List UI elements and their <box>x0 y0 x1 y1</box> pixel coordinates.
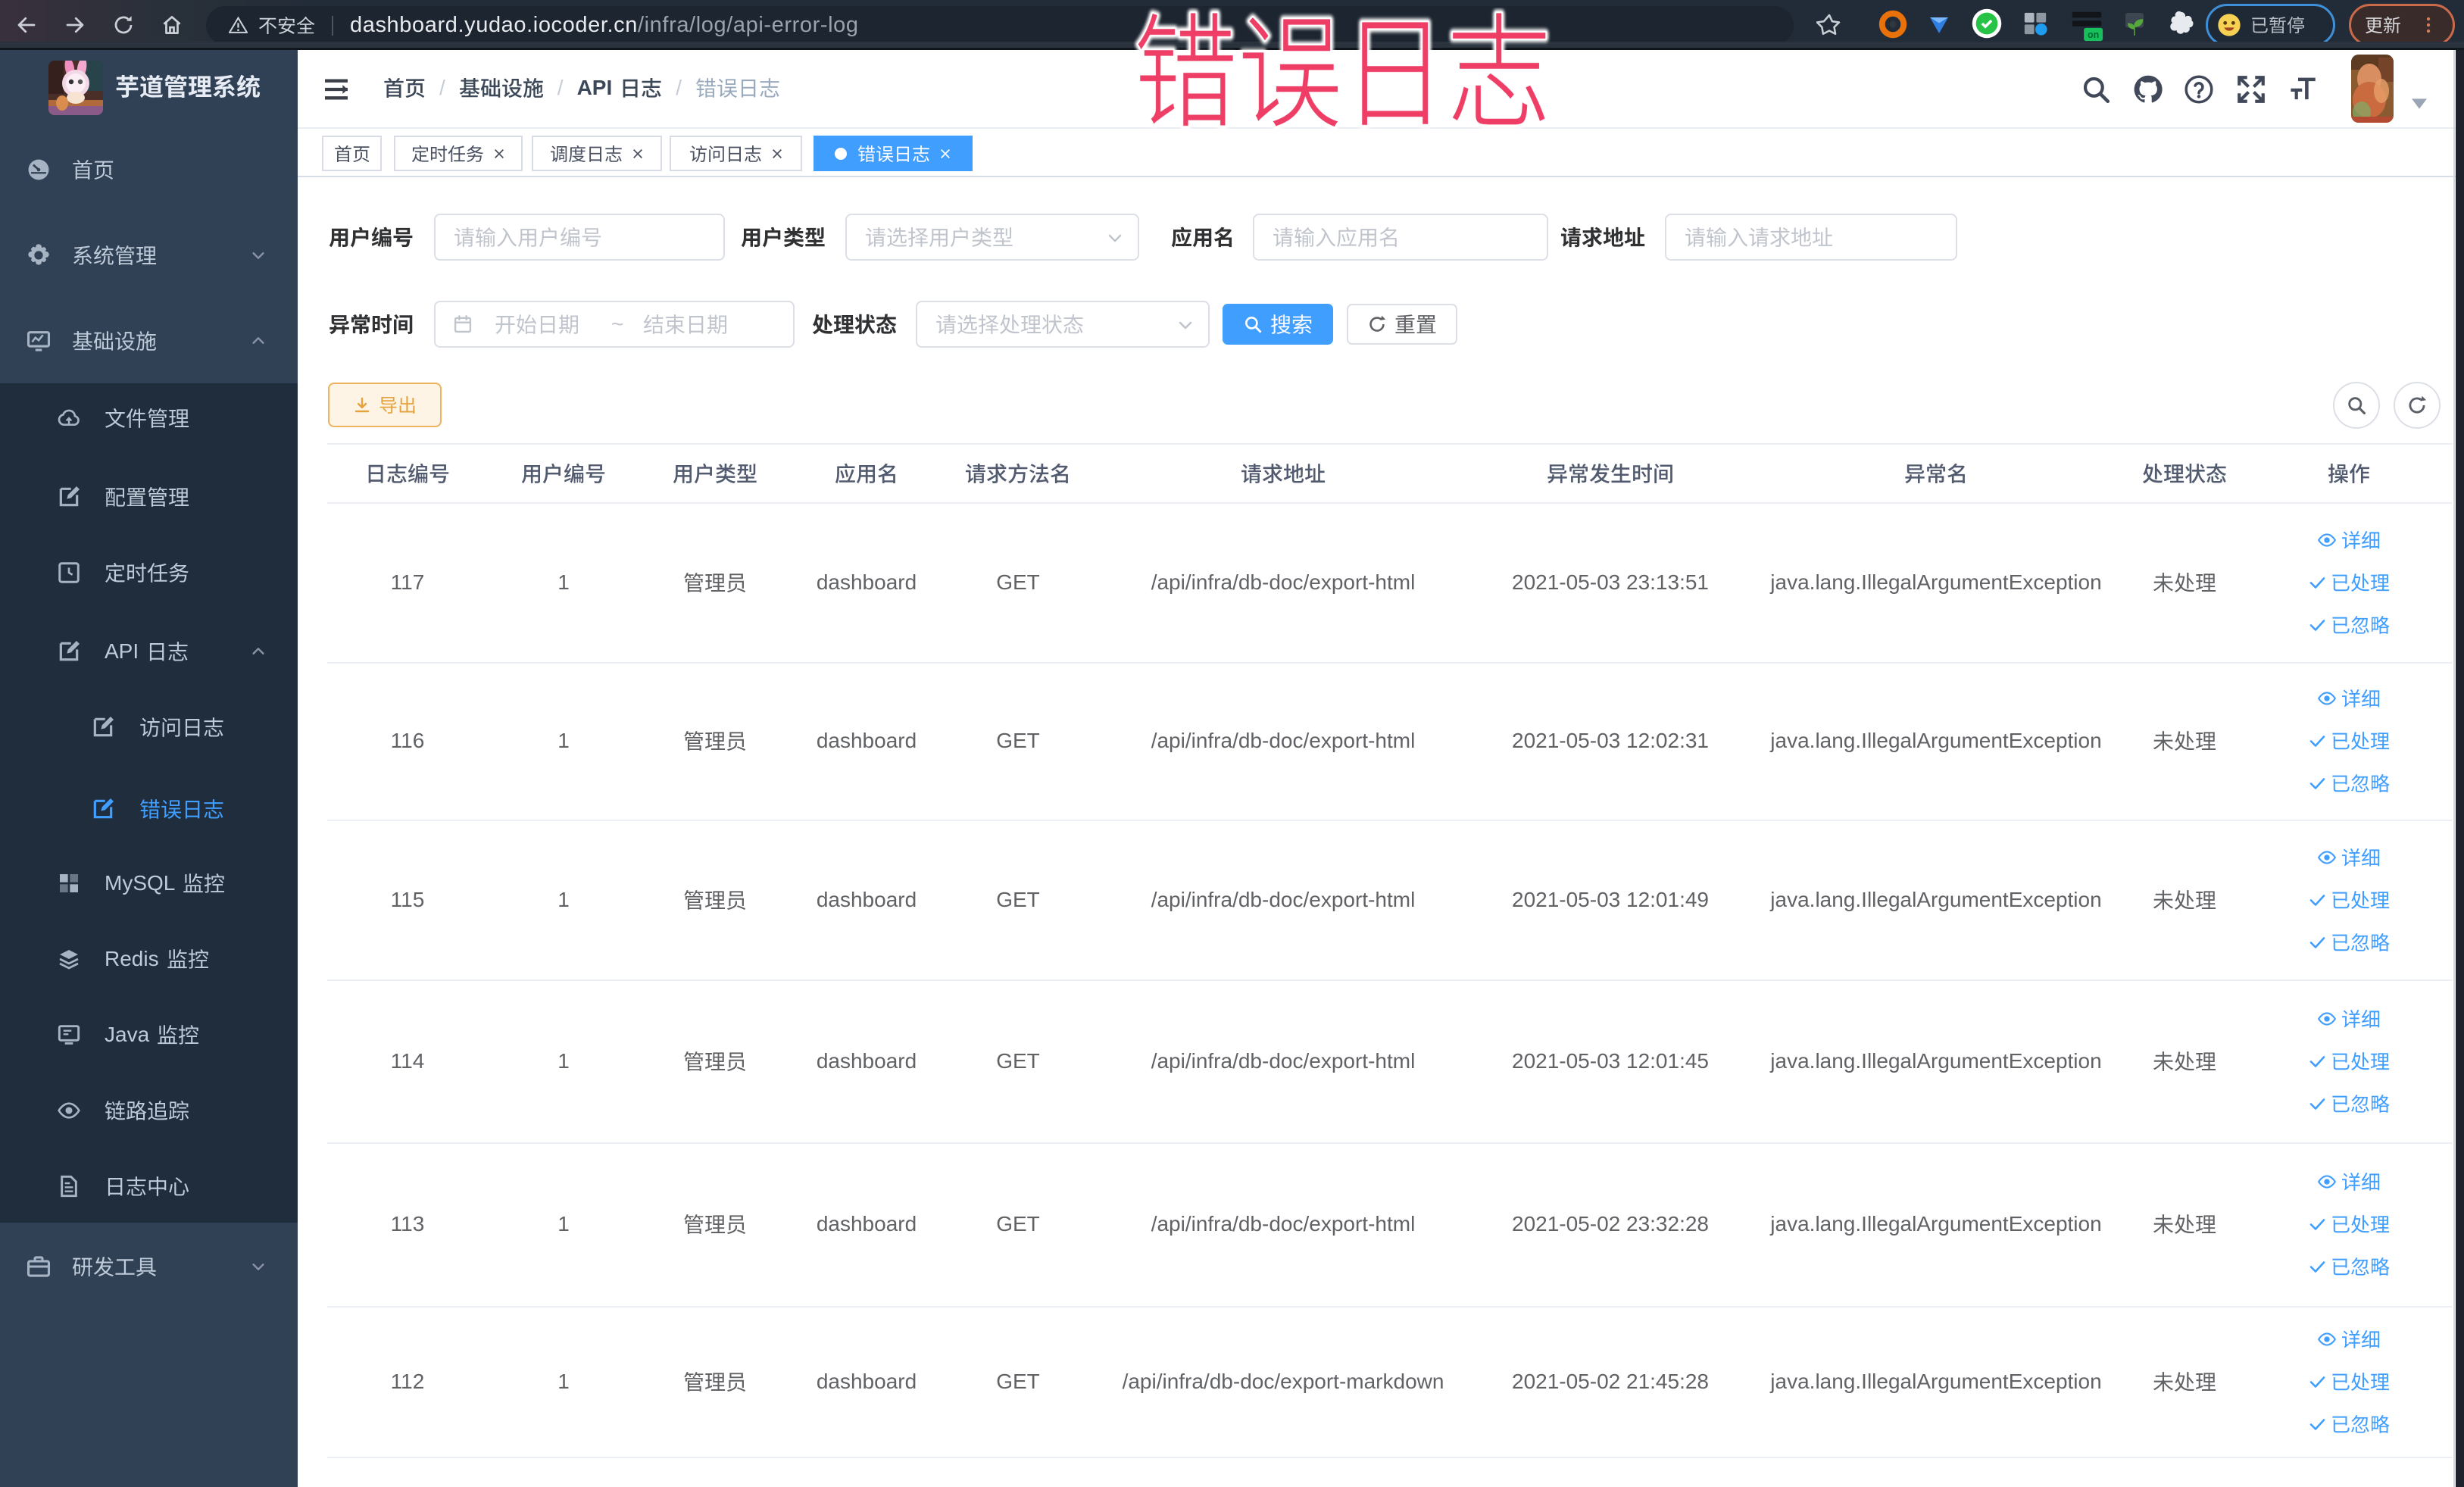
svg-text:on: on <box>2088 30 2099 40</box>
